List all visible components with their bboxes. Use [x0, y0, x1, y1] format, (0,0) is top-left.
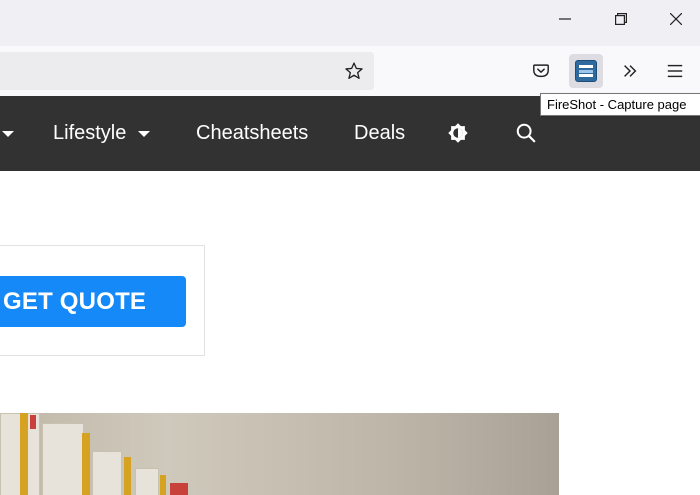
photo-board	[92, 451, 122, 495]
photo-detail	[30, 415, 36, 429]
browser-titlebar	[0, 0, 700, 46]
nav-item-label: Deals	[354, 122, 406, 144]
photo-board	[42, 423, 84, 495]
chevron-down-icon	[2, 130, 14, 137]
nav-item-label: Cheatsheets	[196, 122, 309, 144]
restore-icon[interactable]	[593, 0, 649, 38]
article-image	[0, 413, 559, 495]
photo-shelf	[160, 475, 166, 495]
brightness-icon[interactable]	[446, 121, 470, 145]
nav-item-lifestyle[interactable]: Lifestyle	[53, 96, 151, 171]
address-bar[interactable]	[0, 52, 374, 90]
photo-shelf	[124, 457, 131, 495]
fireshot-icon[interactable]	[569, 54, 603, 88]
nav-item-cheatsheets[interactable]: Cheatsheets	[196, 96, 308, 171]
nav-item-label: Lifestyle	[53, 122, 127, 144]
nav-prev-dropdown[interactable]	[0, 96, 14, 171]
get-quote-button[interactable]: GET QUOTE	[0, 276, 186, 327]
hamburger-menu-icon[interactable]	[658, 54, 692, 88]
close-icon[interactable]	[648, 0, 700, 38]
pocket-icon[interactable]	[524, 54, 558, 88]
fireshot-tooltip: FireShot - Capture page	[540, 93, 700, 116]
search-icon[interactable]	[514, 121, 538, 145]
chevron-down-icon	[138, 130, 151, 137]
fireshot-logo-icon	[575, 60, 597, 82]
photo-board	[135, 468, 159, 495]
photo-shelf	[82, 433, 90, 495]
ad-banner: GET QUOTE	[0, 245, 205, 356]
nav-item-deals[interactable]: Deals	[354, 96, 405, 171]
photo-shelf	[20, 413, 28, 495]
chevrons-right-icon[interactable]	[613, 54, 647, 88]
star-icon[interactable]	[342, 59, 366, 83]
browser-toolbar	[0, 46, 700, 96]
minimize-icon[interactable]	[537, 0, 593, 38]
photo-detail	[170, 483, 188, 495]
